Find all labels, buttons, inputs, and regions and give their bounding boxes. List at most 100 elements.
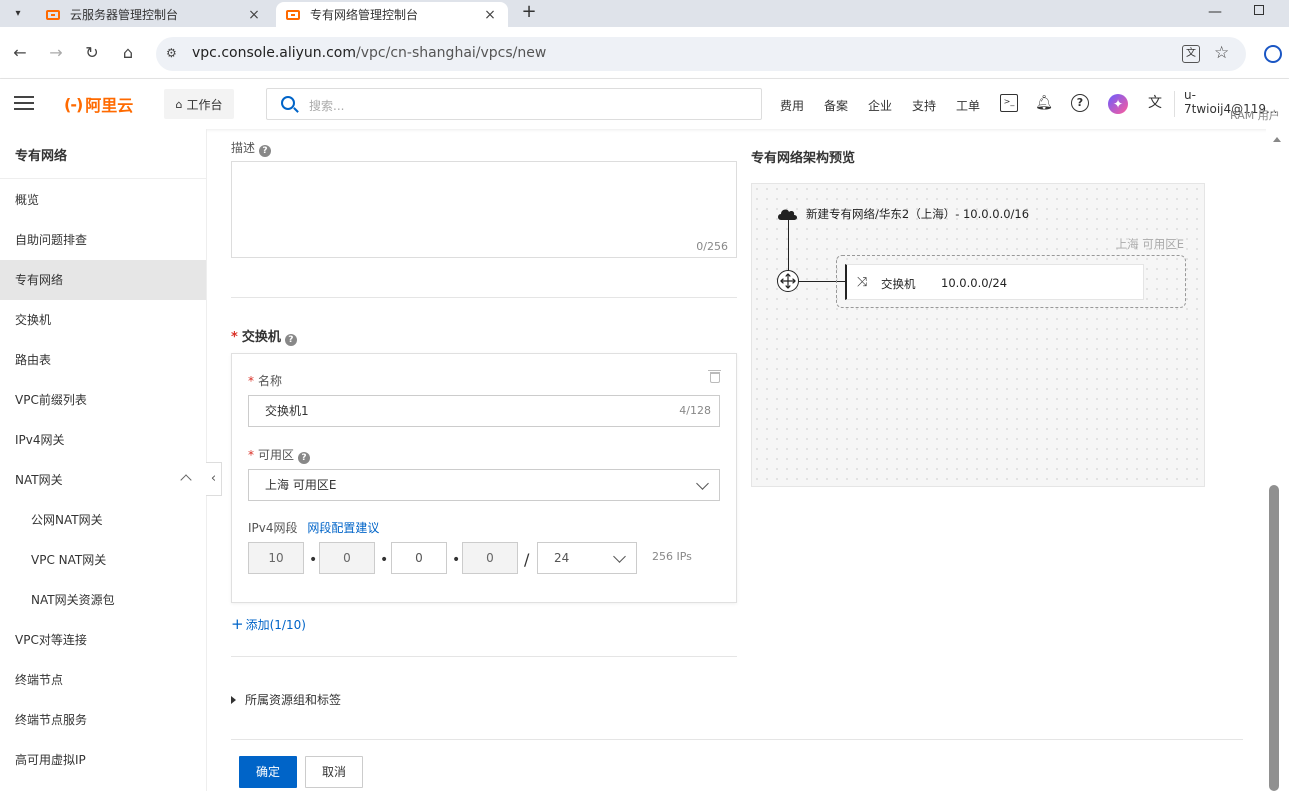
- ip-dot: •: [380, 552, 389, 568]
- site-settings-icon[interactable]: ⚙: [166, 46, 177, 60]
- nav-link-icp[interactable]: 备案: [824, 97, 848, 114]
- cancel-button[interactable]: 取消: [305, 756, 363, 788]
- forward-arrow-icon[interactable]: →: [46, 43, 66, 63]
- sidebar-item-havip[interactable]: 高可用虚拟IP: [0, 740, 206, 780]
- nav-link-enterprise[interactable]: 企业: [868, 97, 892, 114]
- sidebar-title: 专有网络: [15, 149, 68, 164]
- delete-trash-icon[interactable]: [708, 370, 721, 383]
- sidebar-item-ipv4-gateway[interactable]: IPv4网关: [0, 420, 206, 460]
- sidebar-item-overview[interactable]: 概览: [0, 180, 206, 220]
- translate-icon[interactable]: 文: [1182, 45, 1200, 63]
- help-icon[interactable]: ?: [259, 145, 272, 157]
- sidebar-item-vswitch[interactable]: 交换机: [0, 300, 206, 340]
- user-role: RAM 用户: [1230, 109, 1280, 122]
- home-icon[interactable]: ⌂: [118, 43, 138, 63]
- nav-link-support[interactable]: 支持: [912, 97, 936, 114]
- bookmark-star-icon[interactable]: ☆: [1214, 43, 1229, 63]
- sidebar-item-nat-gateway[interactable]: NAT网关: [0, 460, 206, 500]
- ip-slash: /: [524, 550, 530, 569]
- console-top-nav: (-) 阿里云 ⌂ 工作台 搜索... 费用 备案 企业 支持 工单 >_ 🔔︎…: [0, 79, 1289, 129]
- ip-count: 256 IPs: [652, 550, 692, 563]
- router-icon: [777, 270, 799, 292]
- close-icon[interactable]: ×: [482, 7, 498, 23]
- ip-octet-3-input[interactable]: 0: [391, 542, 447, 574]
- search-placeholder: 搜索...: [309, 99, 345, 113]
- ai-assistant-icon[interactable]: ✦: [1108, 94, 1128, 114]
- help-icon[interactable]: ?: [1071, 94, 1089, 112]
- sidebar-item-endpoint-service[interactable]: 终端节点服务: [0, 700, 206, 740]
- back-arrow-icon[interactable]: ←: [10, 43, 30, 63]
- sidebar-item-vpc[interactable]: 专有网络: [0, 260, 206, 300]
- bell-icon[interactable]: 🔔︎: [1035, 94, 1053, 112]
- plus-icon: +: [231, 615, 244, 633]
- sidebar: 专有网络 概览 自助问题排查 专有网络 交换机 路由表 VPC前缀列表 IPv4…: [0, 129, 207, 791]
- resource-group-tags-expander[interactable]: 所属资源组和标签: [231, 691, 341, 708]
- divider: [231, 656, 737, 657]
- vpc-node-label: 新建专有网络/华东2（上海）- 10.0.0.0/16: [806, 207, 1030, 221]
- connector-line: [788, 220, 789, 271]
- new-tab-plus-icon[interactable]: +: [518, 3, 540, 23]
- search-input[interactable]: 搜索...: [266, 88, 762, 120]
- home-icon: ⌂: [175, 97, 183, 111]
- sidebar-item-vpc-nat[interactable]: VPC NAT网关: [0, 540, 206, 580]
- sidebar-item-public-nat[interactable]: 公网NAT网关: [0, 500, 206, 540]
- switch-shuffle-icon: ⤨: [857, 275, 868, 290]
- confirm-button[interactable]: 确定: [239, 756, 297, 788]
- profile-avatar-icon[interactable]: [1264, 45, 1282, 63]
- browser-tab-vpc[interactable]: 专有网络管理控制台 ×: [276, 2, 508, 27]
- zone-select[interactable]: 上海 可用区E: [248, 469, 720, 501]
- scrollbar-thumb[interactable]: [1269, 485, 1279, 791]
- vswitch-name-input[interactable]: 交换机1 4/128: [248, 395, 720, 427]
- chevron-up-icon: [180, 474, 192, 486]
- description-textarea[interactable]: 0/256: [231, 161, 737, 258]
- page-scrollbar[interactable]: [1266, 129, 1289, 791]
- logo-text: 阿里云: [85, 96, 134, 115]
- close-icon[interactable]: ×: [246, 7, 262, 23]
- nav-link-ticket[interactable]: 工单: [956, 97, 980, 114]
- divider: [231, 297, 737, 298]
- tab-search-chevron-icon[interactable]: ▾: [8, 4, 28, 22]
- mask-select[interactable]: 24: [537, 542, 637, 574]
- name-label: * 名称: [248, 374, 283, 388]
- search-icon: [281, 96, 295, 110]
- vswitch-node-cidr: 10.0.0.0/24: [941, 276, 1008, 290]
- workbench-button[interactable]: ⌂ 工作台: [164, 89, 234, 119]
- preview-title: 专有网络架构预览: [751, 151, 856, 166]
- sidebar-item-nat-package[interactable]: NAT网关资源包: [0, 580, 206, 620]
- char-counter: 4/128: [679, 404, 711, 417]
- cidr-suggestion-link[interactable]: 网段配置建议: [307, 521, 379, 535]
- sidebar-item-endpoint[interactable]: 终端节点: [0, 660, 206, 700]
- terminal-icon[interactable]: >_: [1000, 94, 1018, 112]
- sidebar-item-prefix-list[interactable]: VPC前缀列表: [0, 380, 206, 420]
- chevron-down-icon: [696, 477, 709, 490]
- ip-octet-4: 0: [462, 542, 518, 574]
- minimize-icon[interactable]: —: [1208, 4, 1222, 20]
- url-text[interactable]: vpc.console.aliyun.com/vpc/cn-shanghai/v…: [192, 45, 546, 61]
- browser-tab-strip: ▾ 云服务器管理控制台 × 专有网络管理控制台 × + —: [0, 0, 1289, 27]
- ip-dot: •: [452, 552, 461, 568]
- language-icon[interactable]: 文: [1146, 94, 1164, 112]
- nav-link-billing[interactable]: 费用: [780, 97, 804, 114]
- architecture-preview: 新建专有网络/华东2（上海）- 10.0.0.0/16 上海 可用区E ⤨ 交换…: [751, 183, 1205, 487]
- workbench-label: 工作台: [186, 97, 223, 112]
- sidebar-item-vpc-peering[interactable]: VPC对等连接: [0, 620, 206, 660]
- vswitch-node: ⤨ 交换机 10.0.0.0/24: [845, 264, 1144, 300]
- scroll-up-arrow-icon[interactable]: [1273, 137, 1281, 142]
- help-icon[interactable]: ?: [298, 452, 311, 464]
- menu-icon[interactable]: [14, 96, 34, 110]
- add-vswitch-button[interactable]: + 添加(1/10): [231, 615, 306, 633]
- reload-icon[interactable]: ↻: [82, 43, 102, 63]
- sidebar-item-troubleshoot[interactable]: 自助问题排查: [0, 220, 206, 260]
- ip-dot: •: [309, 552, 318, 568]
- restore-window-icon[interactable]: [1254, 5, 1264, 15]
- sidebar-item-label: NAT网关: [15, 473, 63, 487]
- aliyun-logo[interactable]: (-) 阿里云: [64, 92, 133, 116]
- divider: [1174, 91, 1175, 117]
- help-icon[interactable]: ?: [284, 334, 297, 346]
- chevron-down-icon: [613, 550, 626, 563]
- address-bar[interactable]: ⚙ vpc.console.aliyun.com/vpc/cn-shanghai…: [156, 37, 1246, 71]
- logo-mark: (-): [64, 94, 83, 114]
- browser-tab-ecs[interactable]: 云服务器管理控制台 ×: [36, 2, 272, 27]
- sidebar-item-route-table[interactable]: 路由表: [0, 340, 206, 380]
- main-content: 描述? 0/256 * 交换机? * 名称 交换机1 4/128 * 可用区? 上海 …: [207, 129, 1289, 791]
